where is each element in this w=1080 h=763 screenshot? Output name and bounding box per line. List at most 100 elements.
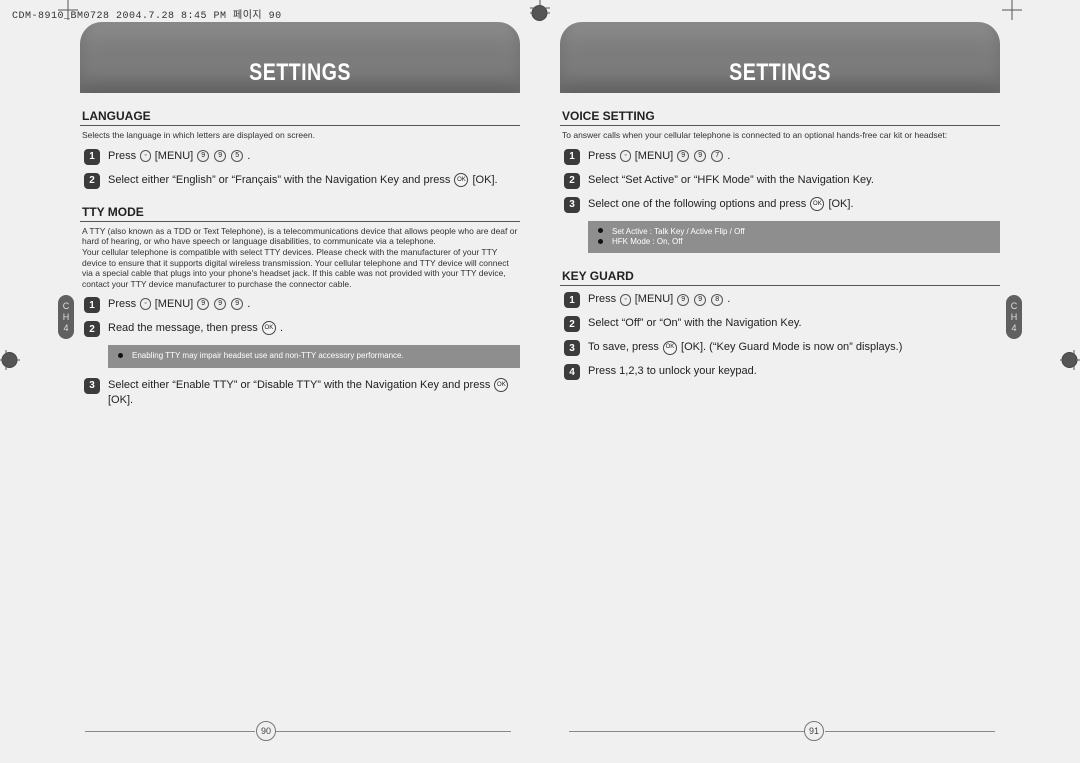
step-number-icon: 2 [84, 321, 100, 337]
softkey-icon: ◦ [620, 294, 630, 306]
tty-desc: A TTY (also known as a TDD or Text Telep… [82, 226, 520, 290]
step-number-icon: 1 [84, 297, 100, 313]
ok-key-icon: OK [810, 197, 824, 211]
step-text-frag: . [247, 298, 250, 310]
chapter-tab-num: 4 [58, 323, 74, 334]
step-text-frag: [OK]. [828, 198, 853, 210]
key-icon: 9 [197, 150, 209, 162]
step-text: Select “Off” or “On” with the Navigation… [588, 316, 1000, 331]
step-text-frag: Press [108, 150, 139, 162]
language-desc: Selects the language in which letters ar… [82, 130, 520, 141]
bullet-icon [598, 239, 603, 244]
step-number-icon: 3 [564, 197, 580, 213]
right-page: Settings VOICE SETTING To answer calls w… [560, 22, 1000, 713]
page-number-rule [569, 731, 804, 732]
section-title-tty: TTY MODE [80, 203, 520, 222]
crop-mark [58, 0, 78, 20]
key-icon: 9 [214, 298, 226, 310]
info-text: Set Active : Talk Key / Active Flip / Of… [612, 227, 745, 236]
step-text: Press ◦ [MENU] 9 9 8 . [588, 292, 1000, 307]
step-text-frag: Press [108, 298, 139, 310]
crop-mark [1002, 0, 1022, 20]
info-text: HFK Mode : On, Off [612, 237, 683, 246]
step-number-icon: 3 [564, 340, 580, 356]
keyguard-step-1: 1 Press ◦ [MENU] 9 9 8 . [564, 292, 1000, 308]
step-number-icon: 2 [564, 316, 580, 332]
step-text-frag: [OK]. [108, 394, 133, 406]
key-icon: 9 [231, 298, 243, 310]
step-number-icon: 1 [564, 149, 580, 165]
step-text-frag: Press [588, 293, 619, 305]
step-text-frag: . [727, 150, 730, 162]
voice-desc: To answer calls when your cellular telep… [562, 130, 1000, 141]
page-banner: Settings [80, 22, 520, 93]
tty-step-3: 3 Select either “Enable TTY” or “Disable… [84, 378, 520, 408]
page-number-rule [825, 731, 995, 732]
page-banner: Settings [560, 22, 1000, 93]
info-text: Enabling TTY may impair headset use and … [132, 351, 404, 360]
two-page-spread: Settings LANGUAGE Selects the language i… [80, 22, 1000, 713]
keyguard-step-3: 3 To save, press OK [OK]. (“Key Guard Mo… [564, 340, 1000, 356]
key-icon: 9 [214, 150, 226, 162]
step-text-frag: . [247, 150, 250, 162]
step-text: Select “Set Active” or “HFK Mode” with t… [588, 173, 1000, 188]
step-text-frag: [MENU] [635, 293, 677, 305]
bullet-icon [598, 228, 603, 233]
chapter-tab-left: C H 4 [58, 295, 74, 339]
step-text: Press ◦ [MENU] 9 9 7 . [588, 149, 1000, 164]
voice-step-3: 3 Select one of the following options an… [564, 197, 1000, 213]
step-text: Press 1,2,3 to unlock your keypad. [588, 364, 1000, 379]
ok-key-icon: OK [663, 341, 677, 355]
document-header-line: CDM-8910_BM0728 2004.7.28 8:45 PM 페이지 90 [12, 6, 282, 22]
key-icon: 9 [677, 150, 689, 162]
voice-step-1: 1 Press ◦ [MENU] 9 9 7 . [564, 149, 1000, 165]
tty-info-box: Enabling TTY may impair headset use and … [108, 345, 520, 367]
step-text-frag: Read the message, then press [108, 322, 261, 334]
voice-step-2: 2 Select “Set Active” or “HFK Mode” with… [564, 173, 1000, 189]
step-number-icon: 1 [564, 292, 580, 308]
chapter-tab-right: C H 4 [1006, 295, 1022, 339]
keyguard-step-4: 4 Press 1,2,3 to unlock your keypad. [564, 364, 1000, 380]
step-text-frag: To save, press [588, 341, 662, 353]
step-text-frag: [MENU] [155, 150, 197, 162]
banner-title: Settings [729, 59, 831, 87]
left-page: Settings LANGUAGE Selects the language i… [80, 22, 520, 713]
step-number-icon: 1 [84, 149, 100, 165]
chapter-tab-ch: C H [1006, 301, 1022, 323]
crop-mark [1064, 350, 1080, 370]
step-text: Select either “Enable TTY” or “Disable T… [108, 378, 520, 408]
key-icon: 7 [711, 150, 723, 162]
crop-mark [0, 350, 16, 370]
ok-key-icon: OK [262, 321, 276, 335]
section-title-keyguard: KEY GUARD [560, 267, 1000, 286]
step-text-frag: Select either “Enable TTY” or “Disable T… [108, 379, 493, 391]
tty-step-2: 2 Read the message, then press OK . [84, 321, 520, 337]
key-icon: 5 [231, 150, 243, 162]
step-text-frag: Press [588, 150, 619, 162]
banner-title: Settings [249, 59, 351, 87]
step-text-frag: [MENU] [635, 150, 677, 162]
step-text: To save, press OK [OK]. (“Key Guard Mode… [588, 340, 1000, 355]
page-number-rule [85, 731, 255, 732]
step-number-icon: 2 [84, 173, 100, 189]
tty-step-1: 1 Press ◦ [MENU] 9 9 9 . [84, 297, 520, 313]
step-number-icon: 4 [564, 364, 580, 380]
step-text-frag: [OK]. (“Key Guard Mode is now on” displa… [681, 341, 902, 353]
step-text: Press ◦ [MENU] 9 9 5 . [108, 149, 520, 164]
step-text: Read the message, then press OK . [108, 321, 520, 336]
softkey-icon: ◦ [620, 150, 630, 162]
section-title-language: LANGUAGE [80, 107, 520, 126]
page-number-left: 90 [256, 721, 276, 741]
page-number-rule [276, 731, 511, 732]
step-text-frag: [OK]. [473, 174, 498, 186]
section-title-voice: VOICE SETTING [560, 107, 1000, 126]
step-text-frag: Select one of the following options and … [588, 198, 809, 210]
step-text: Select one of the following options and … [588, 197, 1000, 212]
key-icon: 9 [677, 294, 689, 306]
ok-key-icon: OK [494, 378, 508, 392]
softkey-icon: ◦ [140, 298, 150, 310]
crop-mark [530, 0, 550, 18]
chapter-tab-num: 4 [1006, 323, 1022, 334]
step-text: Press ◦ [MENU] 9 9 9 . [108, 297, 520, 312]
language-step-2: 2 Select either “English” or “Français” … [84, 173, 520, 189]
